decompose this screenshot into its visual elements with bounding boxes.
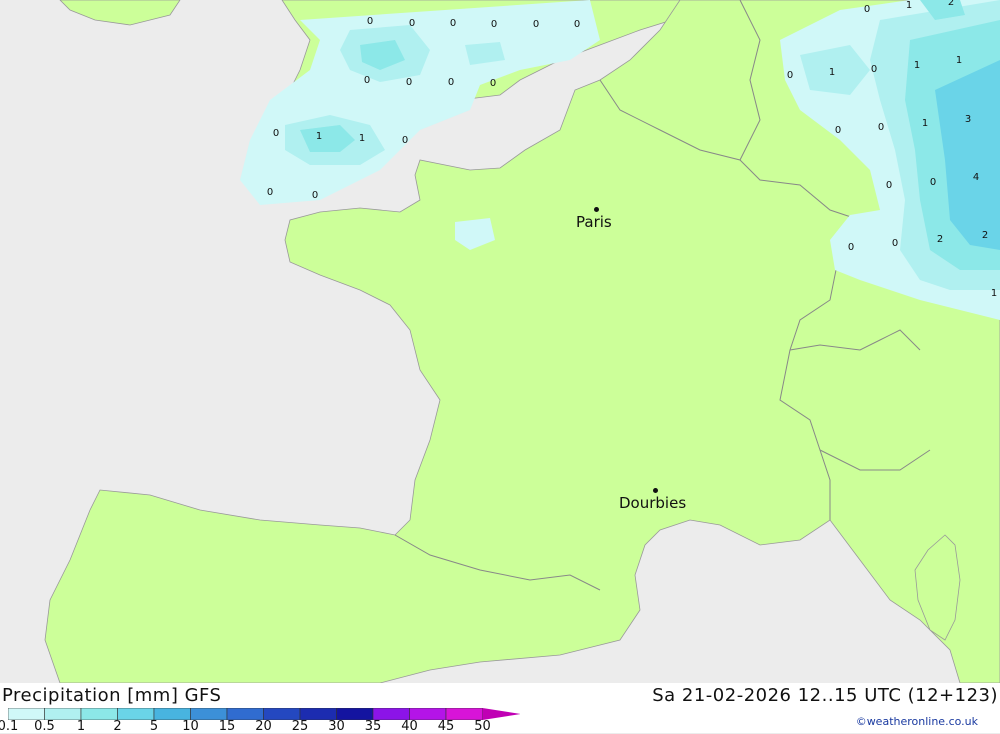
scale-label: 0.1 (0, 719, 19, 734)
precip-value: 0 (930, 177, 936, 188)
credit-link[interactable]: ©weatheronline.co.uk (856, 715, 978, 728)
scale-label: 50 (474, 719, 491, 734)
precip-value: 0 (864, 4, 870, 15)
precip-value: 1 (829, 67, 835, 78)
precip-value: 0 (273, 128, 279, 139)
legend-footer: Precipitation [mm] GFS Sa 21-02-2026 12.… (0, 683, 1000, 734)
precip-value: 0 (835, 125, 841, 136)
scale-label: 20 (255, 719, 272, 734)
precip-value: 1 (922, 118, 928, 129)
precip-value: 0 (491, 19, 497, 30)
precip-value: 0 (878, 122, 884, 133)
precip-value: 0 (490, 78, 496, 89)
precip-value: 1 (316, 131, 322, 142)
scale-label: 10 (182, 719, 199, 734)
precip-value: 1 (914, 60, 920, 71)
scale-label: 35 (364, 719, 382, 734)
precip-value: 4 (973, 172, 979, 183)
map-canvas: 0 0 0 0 0 0 0 0 0 0 0 1 1 0 0 0 0 1 2 0 … (0, 0, 1000, 684)
scale-label: 5 (149, 719, 159, 734)
scale-label: 0.5 (34, 719, 55, 734)
precip-value: 0 (886, 180, 892, 191)
city-label-dourbies: Dourbies (619, 494, 687, 512)
precip-value: 0 (267, 187, 273, 198)
valid-time: Sa 21-02-2026 12..15 UTC (12+123) (652, 685, 998, 706)
legend-title: Precipitation [mm] GFS (2, 685, 222, 706)
precip-value: 0 (364, 75, 370, 86)
city-label-paris: Paris (576, 213, 612, 231)
precip-value: 0 (448, 77, 454, 88)
precip-value: 0 (848, 242, 854, 253)
precip-value: 0 (312, 190, 318, 201)
precip-value: 0 (409, 18, 415, 29)
scale-label: 40 (401, 719, 418, 734)
precip-value: 0 (871, 64, 877, 75)
precip-value: 1 (906, 0, 912, 11)
scale-label: 30 (328, 719, 345, 734)
precip-value: 2 (948, 0, 954, 8)
scale-label: 1 (76, 719, 86, 734)
color-scale-labels: 0.1 0.5 1 2 5 10 15 20 25 30 35 40 45 50 (0, 719, 520, 734)
city-marker (594, 207, 599, 212)
precip-value: 0 (787, 70, 793, 81)
precip-value: 0 (574, 19, 580, 30)
precip-value: 1 (991, 288, 997, 299)
precip-value: 1 (359, 133, 365, 144)
precip-value: 2 (937, 234, 943, 245)
precip-value: 3 (965, 114, 971, 125)
precip-value: 2 (982, 230, 988, 241)
precip-value: 0 (402, 135, 408, 146)
scale-label: 45 (437, 719, 455, 734)
scale-label: 25 (291, 719, 309, 734)
precip-value: 0 (450, 18, 456, 29)
precip-value: 0 (533, 19, 539, 30)
precip-value: 0 (367, 16, 373, 27)
scale-label: 15 (218, 719, 236, 734)
precipitation-map: 0 0 0 0 0 0 0 0 0 0 0 1 1 0 0 0 0 1 2 0 … (0, 0, 1000, 684)
scale-label: 2 (113, 719, 122, 734)
precip-value: 0 (892, 238, 898, 249)
precip-value: 0 (406, 77, 412, 88)
city-marker (653, 488, 658, 493)
precip-value: 1 (956, 55, 962, 66)
